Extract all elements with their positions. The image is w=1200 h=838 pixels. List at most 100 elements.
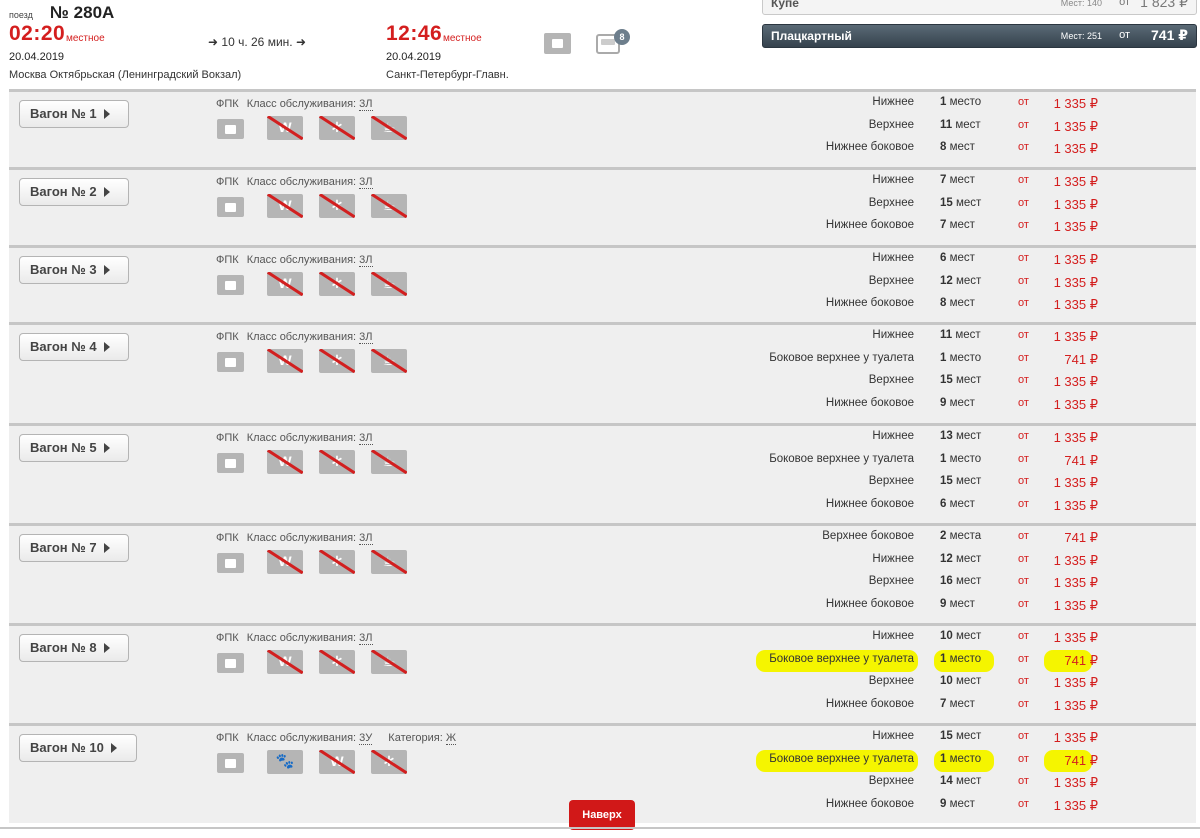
seat-row[interactable]: Нижнее боковое 9 мест от 1 335 ₽ xyxy=(9,598,1196,618)
seat-row[interactable]: Нижнее 6 мест от 1 335 ₽ xyxy=(9,252,1196,272)
seat-price[interactable]: 1 335 ₽ xyxy=(1054,730,1098,746)
arrow-right-icon: ➜ xyxy=(295,35,307,49)
seat-row[interactable]: Боковое верхнее у туалета 1 место от 741 ₽ xyxy=(9,352,1196,372)
seat-price[interactable]: 1 335 ₽ xyxy=(1054,119,1098,135)
class-price: 741 ₽ xyxy=(1151,27,1188,43)
arrival-date: 20.04.2019 xyxy=(386,51,442,63)
class-row-platskart[interactable]: Плацкартный Мест: 251 от 741 ₽ xyxy=(762,24,1197,48)
wagon-block: Вагон № 8ФПККласс обслуживания: 3ЛW✲☕Ниж… xyxy=(9,623,1196,723)
class-seats: Мест: 251 xyxy=(1060,31,1102,41)
seat-row[interactable]: Нижнее боковое 8 мест от 1 335 ₽ xyxy=(9,141,1196,161)
seat-price[interactable]: 1 335 ₽ xyxy=(1054,630,1098,646)
seat-row[interactable]: Нижнее 11 мест от 1 335 ₽ xyxy=(9,329,1196,349)
wagon-block: Вагон № 1ФПККласс обслуживания: 3ЛW✲☕Ниж… xyxy=(9,89,1196,167)
seat-row[interactable]: Нижнее 13 мест от 1 335 ₽ xyxy=(9,430,1196,450)
seat-row[interactable]: Верхнее 11 мест от 1 335 ₽ xyxy=(9,119,1196,139)
seat-price[interactable]: 1 335 ₽ xyxy=(1054,475,1098,491)
seat-type: Нижнее xyxy=(872,96,914,108)
seat-price[interactable]: 1 335 ₽ xyxy=(1054,698,1098,714)
wagon-block: Вагон № 4ФПККласс обслуживания: 3ЛW✲☕Ниж… xyxy=(9,322,1196,423)
price-from: от xyxy=(1018,752,1029,765)
departure-date: 20.04.2019 xyxy=(9,51,65,63)
seat-count: 7 мест xyxy=(940,698,975,710)
class-row-kupe[interactable]: Купе Мест: 140 от 1 823 ₽ xyxy=(762,0,1197,15)
seat-price[interactable]: 1 335 ₽ xyxy=(1054,798,1098,814)
seat-type: Верхнее xyxy=(868,775,914,787)
seat-row[interactable]: Верхнее 15 мест от 1 335 ₽ xyxy=(9,374,1196,394)
seat-price[interactable]: 741 ₽ xyxy=(1064,453,1098,469)
seat-count-number: 15 xyxy=(940,196,953,209)
seat-row[interactable]: Нижнее боковое 7 мест от 1 335 ₽ xyxy=(9,219,1196,239)
seat-row[interactable]: Нижнее 1 место от 1 335 ₽ xyxy=(9,96,1196,116)
seat-row[interactable]: Нижнее 7 мест от 1 335 ₽ xyxy=(9,174,1196,194)
seat-count: 12 мест xyxy=(940,275,981,287)
seat-row[interactable]: Верхнее 15 мест от 1 335 ₽ xyxy=(9,197,1196,217)
seat-type: Нижнее xyxy=(872,329,914,341)
seat-price[interactable]: 741 ₽ xyxy=(1064,653,1098,669)
seat-count: 9 мест xyxy=(940,397,975,409)
seat-row[interactable]: Верхнее 10 мест от 1 335 ₽ xyxy=(9,675,1196,695)
seat-price[interactable]: 1 335 ₽ xyxy=(1054,297,1098,313)
price-from: от xyxy=(1018,475,1029,487)
class-price: 1 823 ₽ xyxy=(1140,0,1188,10)
seat-price[interactable]: 1 335 ₽ xyxy=(1054,498,1098,514)
seat-type: Верхнее xyxy=(868,675,914,687)
price-from: от xyxy=(1018,730,1029,742)
seat-price[interactable]: 1 335 ₽ xyxy=(1054,174,1098,190)
seat-price[interactable]: 1 335 ₽ xyxy=(1054,219,1098,235)
seat-price[interactable]: 1 335 ₽ xyxy=(1054,141,1098,157)
seat-row[interactable]: Нижнее боковое 9 мест от 1 335 ₽ xyxy=(9,397,1196,417)
price-from: от xyxy=(1018,297,1029,309)
seat-count-number: 16 xyxy=(940,575,953,587)
seat-price[interactable]: 1 335 ₽ xyxy=(1054,329,1098,345)
car-count-badge: 8 xyxy=(614,29,630,45)
seat-price[interactable]: 1 335 ₽ xyxy=(1054,374,1098,390)
seat-price[interactable]: 1 335 ₽ xyxy=(1054,397,1098,413)
seat-row[interactable]: Нижнее 15 мест от 1 335 ₽ xyxy=(9,730,1196,750)
seat-row[interactable]: Верхнее 15 мест от 1 335 ₽ xyxy=(9,475,1196,495)
seat-price[interactable]: 1 335 ₽ xyxy=(1054,96,1098,112)
seat-count: 8 мест xyxy=(940,141,975,153)
seat-type: Боковое верхнее у туалета xyxy=(769,452,914,465)
seat-count: 1 место xyxy=(940,653,981,665)
seat-row[interactable]: Нижнее 12 мест от 1 335 ₽ xyxy=(9,553,1196,573)
seat-row[interactable]: Верхнее 14 мест от 1 335 ₽ xyxy=(9,775,1196,795)
seat-row[interactable]: Боковое верхнее у туалета 1 место от 741 ₽ xyxy=(9,453,1196,473)
seat-count: 6 мест xyxy=(940,252,975,264)
seat-count-unit: мест xyxy=(956,274,982,287)
departure-time-suffix: местное xyxy=(66,33,105,44)
seat-price[interactable]: 1 335 ₽ xyxy=(1054,430,1098,446)
seat-count-unit: мест xyxy=(956,552,982,565)
seat-row[interactable]: Нижнее боковое 7 мест от 1 335 ₽ xyxy=(9,698,1196,718)
back-to-top-button[interactable]: Наверх xyxy=(569,800,635,830)
seat-count: 1 место xyxy=(940,96,981,108)
seat-row[interactable]: Верхнее 16 мест от 1 335 ₽ xyxy=(9,575,1196,595)
seat-row[interactable]: Боковое верхнее у туалета 1 место от 741 ₽ xyxy=(9,753,1196,773)
seat-price[interactable]: 1 335 ₽ xyxy=(1054,775,1098,791)
seat-count-unit: мест xyxy=(949,252,975,264)
seat-price[interactable]: 741 ₽ xyxy=(1064,352,1098,368)
seat-row[interactable]: Нижнее боковое 8 мест от 1 335 ₽ xyxy=(9,297,1196,317)
seat-count: 1 место xyxy=(940,352,981,364)
seat-row[interactable]: Нижнее боковое 6 мест от 1 335 ₽ xyxy=(9,498,1196,518)
seat-count: 7 мест xyxy=(940,174,975,186)
seat-count-number: 6 xyxy=(940,497,947,510)
seat-price[interactable]: 1 335 ₽ xyxy=(1054,252,1098,268)
seat-row[interactable]: Верхнее 12 мест от 1 335 ₽ xyxy=(9,275,1196,295)
seat-row[interactable]: Верхнее боковое 2 места от 741 ₽ xyxy=(9,530,1196,550)
seat-price[interactable]: 741 ₽ xyxy=(1064,753,1098,769)
seat-type: Верхнее xyxy=(868,118,914,131)
seat-price[interactable]: 1 335 ₽ xyxy=(1054,575,1098,591)
seat-type: Нижнее xyxy=(872,630,914,642)
seat-price[interactable]: 1 335 ₽ xyxy=(1054,553,1098,569)
class-from: от xyxy=(1119,0,1130,8)
seat-row[interactable]: Нижнее 10 мест от 1 335 ₽ xyxy=(9,630,1196,650)
seat-price[interactable]: 1 335 ₽ xyxy=(1054,598,1098,614)
seat-price[interactable]: 1 335 ₽ xyxy=(1054,675,1098,691)
seat-count: 16 мест xyxy=(940,575,981,587)
seat-price[interactable]: 1 335 ₽ xyxy=(1054,197,1098,213)
seat-row[interactable]: Боковое верхнее у туалета 1 место от 741 ₽ xyxy=(9,653,1196,673)
seat-price[interactable]: 1 335 ₽ xyxy=(1054,275,1098,291)
seat-price[interactable]: 741 ₽ xyxy=(1064,530,1098,546)
seat-count-unit: мест xyxy=(949,174,975,186)
